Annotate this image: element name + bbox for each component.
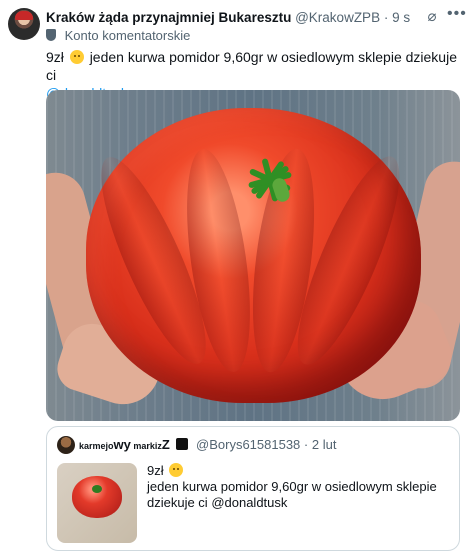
quoted-mention[interactable]: @donaldtusk — [211, 495, 287, 510]
grok-icon[interactable]: ⌀ — [424, 9, 440, 25]
quoted-header-separator: · — [303, 437, 309, 452]
quoted-text-line-2: jeden kurwa pomidor 9,60gr w osiedlowym … — [147, 479, 437, 494]
more-icon[interactable]: ••• — [447, 6, 466, 23]
account-icon — [46, 29, 56, 41]
author-avatar[interactable] — [8, 8, 40, 40]
quoted-name-middle: markiz — [133, 441, 162, 451]
tomato-stem — [240, 152, 298, 210]
quoted-name-big-1: wy — [113, 437, 131, 452]
header-separator: · — [383, 10, 389, 25]
quoted-tweet[interactable]: karmejowy markizZ @Borys61581538 · 2 lut… — [46, 426, 460, 551]
quoted-tweet-time[interactable]: 2 lut — [312, 437, 337, 452]
quoted-text-line-1: 9zł — [147, 463, 164, 478]
quoted-tweet-text: 9zł jeden kurwa pomidor 9,60gr w osiedlo… — [147, 463, 447, 511]
tweet-media-image[interactable] — [46, 90, 460, 421]
tweet[interactable]: Kraków żąda przynajmniej Bukaresztu @Kra… — [0, 0, 474, 554]
flushed-emoji-icon — [69, 50, 84, 64]
quoted-name-big-2: Z — [161, 437, 170, 452]
account-label: Konto komentatorskie — [46, 28, 190, 44]
tweet-text-prefix: 9zł — [46, 49, 64, 65]
author-name[interactable]: Kraków żąda przynajmniej Bukaresztu — [46, 10, 291, 25]
author-handle[interactable]: @KrakowZPB — [295, 10, 380, 25]
quoted-author-avatar[interactable] — [57, 436, 75, 454]
account-label-text: Konto komentatorskie — [64, 28, 191, 43]
tweet-time[interactable]: 9 s — [392, 10, 410, 25]
quoted-author-handle[interactable]: @Borys61581538 — [196, 437, 300, 452]
quoted-author-name[interactable]: karmejowy markizZ — [79, 437, 172, 452]
quoted-text-line-3-prefix: dziekuje ci — [147, 495, 212, 510]
tweet-text-main: jeden kurwa pomidor 9,60gr w osiedlowym … — [46, 49, 457, 83]
quoted-name-prefix: karmejo — [79, 441, 114, 451]
flushed-emoji-icon — [169, 463, 184, 477]
quoted-tweet-thumbnail[interactable] — [57, 463, 137, 543]
quoted-tweet-header: karmejowy markizZ @Borys61581538 · 2 lut — [79, 437, 336, 454]
tweet-header: Kraków żąda przynajmniej Bukaresztu @Kra… — [46, 9, 410, 26]
quoted-tomato-image — [72, 476, 122, 518]
skull-icon — [176, 438, 189, 450]
